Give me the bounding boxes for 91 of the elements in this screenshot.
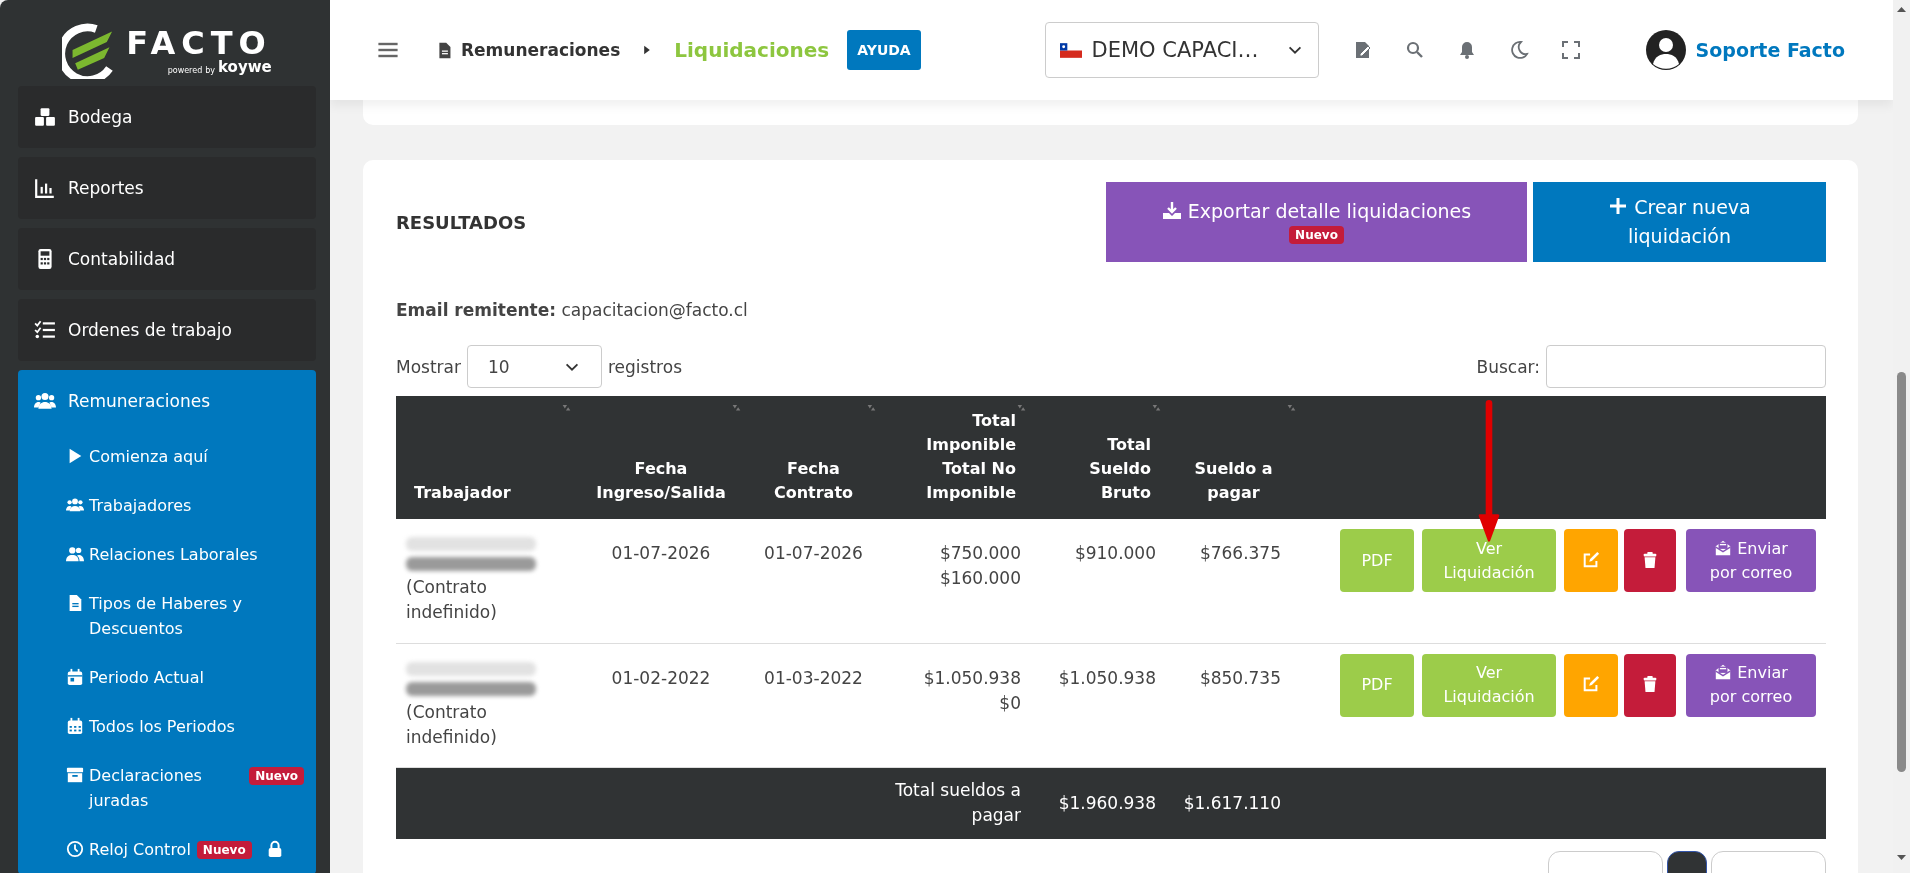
column-header[interactable]: Total Sueldo Bruto [1081,433,1151,505]
company-select[interactable]: DEMO CAPACI… [1044,22,1319,78]
column-header[interactable]: Total Imponible Total No Imponible [916,409,1016,505]
amount-cell-text: $1.050.938 [922,666,1021,690]
company-name: DEMO CAPACI… [1091,38,1260,62]
show-label: Mostrar [396,356,461,377]
bar-chart-icon [34,177,56,199]
search-icon[interactable] [1404,40,1425,60]
create-button[interactable]: Crear nueva liquidación [1533,182,1826,262]
export-button[interactable]: Exportar detalle liquidaciones Nuevo [1106,182,1527,262]
new-badge: Nuevo [196,841,252,859]
submenu-link[interactable]: Periodo Actual [89,665,204,690]
submenu-link[interactable]: Comienza aquí [89,444,208,469]
breadcrumb-link[interactable]: Remuneraciones [461,40,621,60]
fullscreen-icon[interactable] [1560,40,1581,60]
delete-button[interactable] [1624,529,1676,592]
flag-icon [1059,42,1082,58]
total-amount: $1.960.938 [1057,791,1156,815]
column-header[interactable]: Fecha Contrato [756,457,871,505]
amount-cell-text: $1.050.938 [1057,666,1156,690]
logo-partner-text: koywe [218,59,272,75]
new-badge: Nuevo [249,767,304,785]
date-cell-text: 01-07-2026 [610,542,712,565]
calendar-icon [66,717,84,735]
boxes-icon [34,106,56,128]
total-label: Total sueldos a pagar [894,779,1021,828]
search-label: Buscar: [1476,356,1540,377]
download-icon [1161,201,1182,221]
sidebar-item[interactable]: Contabilidad [18,228,316,290]
archive-box-icon [66,766,84,784]
records-label: registros [608,356,682,377]
amount-cell-text: $160.000 [938,567,1021,590]
column-header[interactable]: Trabajador [414,481,511,505]
amount-cell-text: $750.000 [938,542,1021,565]
trash-icon [1641,675,1659,693]
amount-cell-text: $850.735 [1198,666,1281,690]
users-icon [34,390,56,412]
page-length-select[interactable]: 10 [467,345,602,388]
contract-type-text: (Contrato indefinido) [406,576,498,624]
section-title: RESULTADOS [396,211,527,233]
date-cell-text: 01-07-2026 [763,542,864,565]
send-email-button[interactable]: Enviar por correo [1686,653,1816,717]
logo-by-text: by [205,66,216,75]
submenu-link[interactable]: Tipos de Haberes y Descuentos [89,591,264,641]
pagination-button[interactable] [1667,851,1707,873]
envelope-icon [1714,538,1733,557]
plus-icon [1608,196,1629,216]
document-icon [436,41,453,59]
date-cell-text: 01-02-2022 [610,666,712,690]
submenu-link[interactable]: Declaraciones juradas [89,763,244,813]
amount-cell-text: $910.000 [1073,542,1156,565]
column-header[interactable]: Fecha Ingreso/Salida [586,457,736,505]
submenu-link[interactable]: Reloj Control [89,837,191,862]
sidebar-item[interactable]: Ordenes de trabajo [18,299,316,361]
date-cell-text: 01-03-2022 [763,666,864,690]
search-field[interactable] [1546,345,1826,388]
submenu-link[interactable]: Todos los Periodos [89,714,235,739]
avatar-icon [1645,30,1686,70]
column-header[interactable]: Sueldo a pagar [1176,457,1291,505]
checklist-icon [34,319,56,341]
calendar-icon [66,668,84,686]
pencil-square-icon [1582,550,1600,569]
amount-cell-text: $766.375 [1198,542,1281,565]
trash-icon [1641,550,1659,569]
user-name-link[interactable]: Soporte Facto [1695,39,1845,61]
sidebar-item-label: Ordenes de trabajo [68,320,232,340]
submenu-link[interactable]: Trabajadores [89,493,192,518]
users-icon [66,496,84,514]
sidebar-item-label: Reportes [68,178,144,198]
contract-type-text: (Contrato indefinido) [406,700,498,749]
envelope-icon [1714,663,1733,681]
users-icon [66,545,84,563]
sidebar-item-label: Remuneraciones [68,391,211,411]
sidebar-item-label: Contabilidad [68,249,176,269]
moon-icon[interactable] [1508,40,1529,60]
sidebar-item[interactable]: Reportes [18,157,316,219]
total-amount: $1.617.110 [1182,791,1281,815]
delete-button[interactable] [1624,653,1676,717]
sidebar-item[interactable]: Bodega [18,86,316,148]
pencil-square-icon [1582,675,1600,693]
sender-email-text: Email remitente: capacitacion@facto.cl [396,300,749,320]
logo-wordmark: FACTO [126,25,272,60]
submenu-link[interactable]: Relaciones Laborales [89,542,258,567]
amount-cell-text: $0 [998,691,1021,715]
sidebar-item[interactable]: Remuneraciones [18,370,316,432]
help-button[interactable]: AYUDA [847,30,921,70]
logo-powered-text: powered [167,66,203,75]
new-badge: Nuevo [1289,226,1344,244]
sidebar-item-label: Bodega [68,107,133,127]
clock-icon [66,840,84,858]
send-email-button[interactable]: Enviar por correo [1686,529,1816,592]
